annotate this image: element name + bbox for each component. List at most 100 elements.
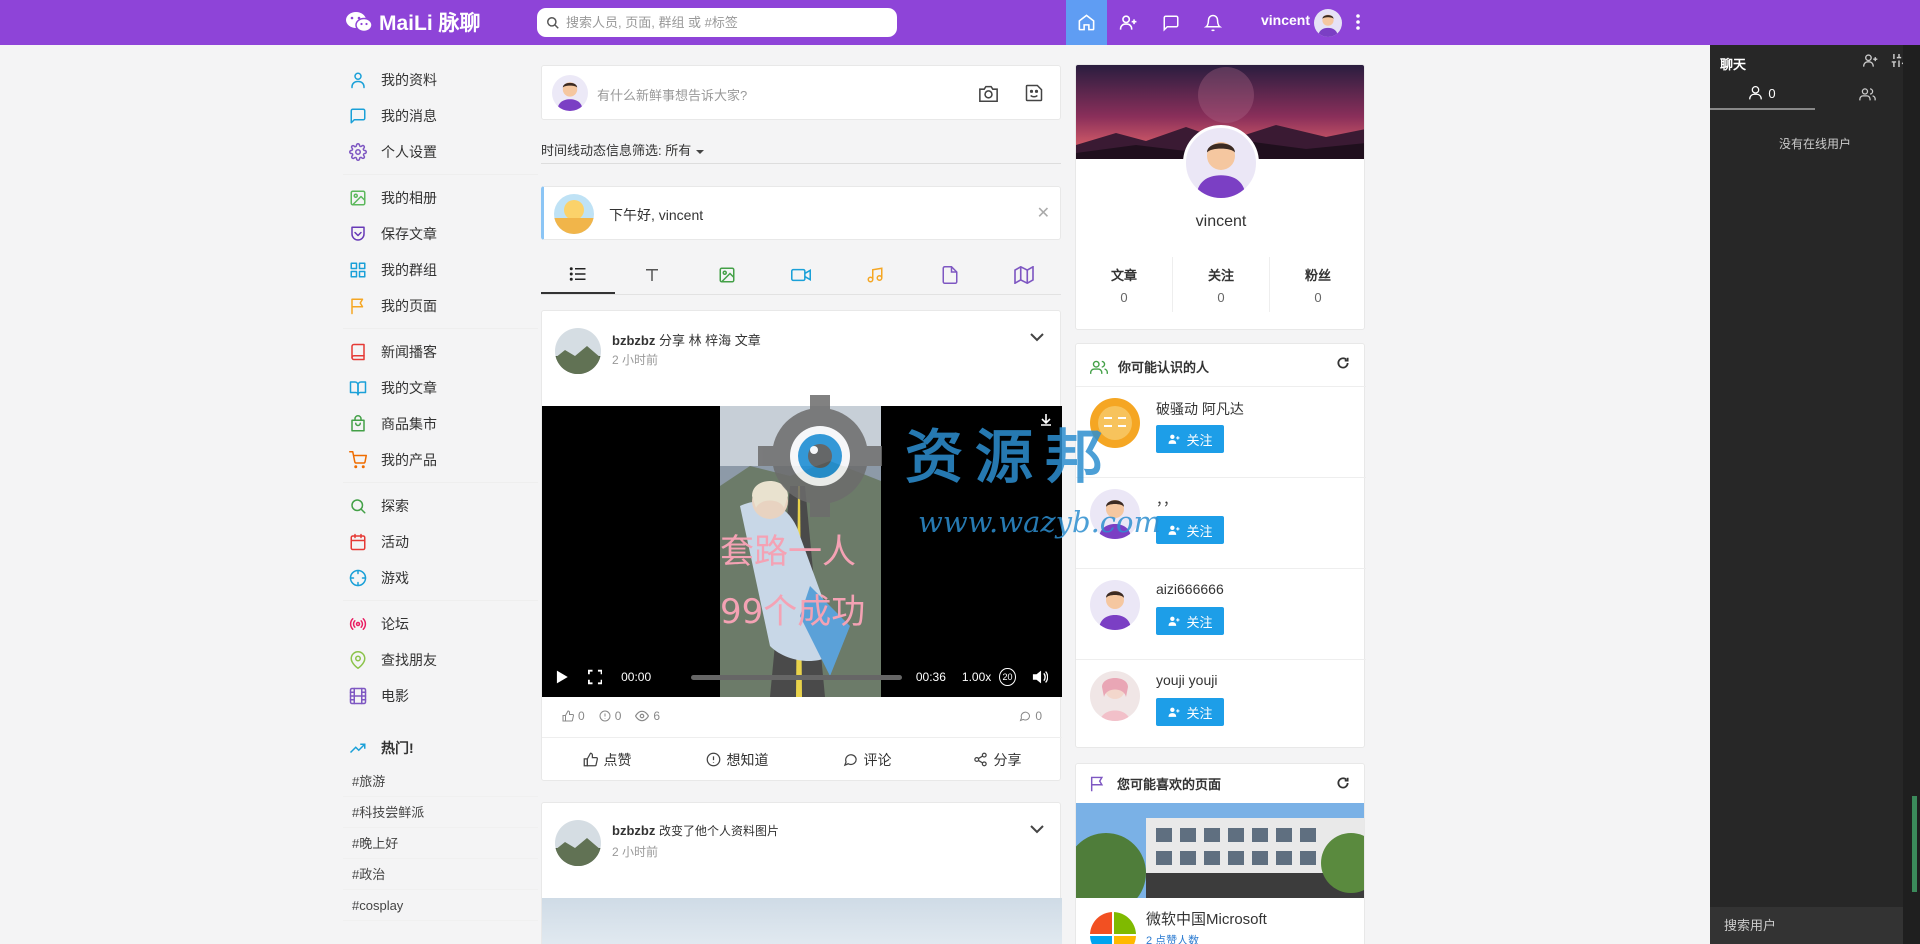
sidebar-item[interactable]: 电影 [343,678,538,714]
video-player[interactable]: 套路一人 99个成功 00:00 00:36 1.00x 20 [542,406,1062,697]
tab-files[interactable] [912,256,986,294]
sidebar-item[interactable]: 我的相册 [343,180,538,216]
post-author-avatar[interactable] [555,820,601,866]
wonder-label: 想知道 [726,751,769,768]
person-name[interactable]: youji youji [1156,672,1217,688]
chat-bubble-icon [1163,15,1178,32]
video-caption-line2: 99个成功 [720,592,866,632]
sidebar-item[interactable]: 活动 [343,524,538,560]
home-nav-button[interactable] [1066,0,1107,45]
sidebar-item[interactable]: 商品集市 [343,406,538,442]
timeline-filter[interactable]: 时间线动态信息筛选: 所有 [541,140,705,159]
comment-button[interactable]: 评论 [802,738,932,781]
share-button[interactable]: 分享 [932,738,1062,781]
chevron-down-icon[interactable] [1030,825,1044,834]
rewind-button[interactable]: 20 [999,668,1016,686]
tab-videos[interactable] [764,256,838,294]
trending-tag[interactable]: #科技尝鲜派 [343,797,538,828]
tab-text[interactable] [615,256,689,294]
person-avatar[interactable] [1090,398,1140,448]
more-menu-button[interactable] [1352,12,1364,32]
tab-maps[interactable] [987,256,1061,294]
volume-icon[interactable] [1032,669,1048,685]
play-icon[interactable] [556,669,569,685]
download-icon[interactable] [1040,414,1052,426]
microsoft-logo[interactable] [1088,910,1138,944]
sidebar-item[interactable]: 论坛 [343,606,538,642]
messages-nav-button[interactable] [1150,0,1191,45]
fullscreen-icon[interactable] [587,669,603,685]
follow-button[interactable]: 关注 [1156,698,1224,726]
nav-username[interactable]: vincent [1261,12,1310,28]
friend-requests-button[interactable] [1108,0,1149,45]
people-you-may-know: 你可能认识的人 破骚动 阿凡达 关注，， 关注 aizi666666 关注 youji y… [1075,343,1366,748]
sidebar-item[interactable]: 我的产品 [343,442,538,478]
stat-following[interactable]: 关注 0 [1173,257,1270,312]
trending-up-icon [349,743,366,754]
person-avatar[interactable] [1090,671,1140,721]
sidebar-item[interactable]: 新闻播客 [343,334,538,370]
stat-followers[interactable]: 粉丝 0 [1270,257,1364,312]
page-name[interactable]: 微软中国Microsoft [1146,908,1267,929]
refresh-icon[interactable] [1336,776,1350,790]
video-progress-bar[interactable] [691,674,902,680]
search-input[interactable] [566,15,886,30]
person-avatar[interactable] [1090,580,1140,630]
post-author[interactable]: bzbzbz [612,333,655,348]
tab-online-users[interactable]: 0 [1710,78,1815,110]
cart-icon [349,451,367,469]
tab-all[interactable] [541,256,616,294]
composer-placeholder[interactable]: 有什么新鲜事想告诉大家? [597,85,747,104]
page-cover-image[interactable] [1076,803,1364,898]
sidebar-item[interactable]: 保存文章 [343,216,538,252]
sidebar-item[interactable]: 我的群组 [343,252,538,288]
wonder-button[interactable]: 想知道 [672,738,802,781]
sidebar-item[interactable]: 个人设置 [343,134,538,170]
trending-tag[interactable]: #cosplay [343,890,538,921]
person-name[interactable]: ，， [1156,490,1177,510]
nav-avatar[interactable] [1314,9,1342,37]
post-header: bzbzbz 改变了他个人资料图片 [612,822,779,839]
tab-photos[interactable] [690,256,764,294]
sidebar-item[interactable]: 我的消息 [343,98,538,134]
post-author-avatar[interactable] [555,328,601,374]
person-name[interactable]: 破骚动 阿凡达 [1156,399,1244,419]
scrollbar-thumb[interactable] [1912,796,1917,892]
sticker-icon[interactable] [1024,83,1044,103]
post-author[interactable]: bzbzbz [612,823,655,838]
person-avatar[interactable] [1090,489,1140,539]
stat-label: 文章 [1110,268,1137,283]
sidebar-item[interactable]: 我的页面 [343,288,538,324]
trending-tag[interactable]: #旅游 [343,766,538,797]
sidebar-divider [343,596,538,601]
refresh-icon[interactable] [1336,356,1350,370]
follow-label: 关注 [1186,523,1213,539]
follow-button[interactable]: 关注 [1156,425,1224,453]
sidebar-item[interactable]: 我的资料 [343,62,538,98]
user-plus-icon[interactable] [1862,53,1879,68]
person-name[interactable]: aizi666666 [1156,581,1224,597]
tab-music[interactable] [838,256,912,294]
notifications-button[interactable] [1192,0,1233,45]
sidebar-item[interactable]: 游戏 [343,560,538,596]
chevron-down-icon[interactable] [1030,333,1044,342]
filter-value[interactable]: 所有 [665,143,691,158]
follow-button[interactable]: 关注 [1156,607,1224,635]
close-icon[interactable]: ✕ [1037,203,1050,223]
video-speed[interactable]: 1.00x [962,670,991,684]
profile-avatar[interactable] [1183,125,1259,201]
post-actions: 点赞 想知道 评论 分享 [542,737,1062,781]
camera-icon[interactable] [978,84,999,103]
follow-button[interactable]: 关注 [1156,516,1224,544]
profile-name[interactable]: vincent [1076,213,1364,231]
sidebar-item[interactable]: 查找朋友 [343,642,538,678]
trending-tag[interactable]: #晚上好 [343,828,538,859]
trending-tag[interactable]: #政治 [343,859,538,890]
like-button[interactable]: 点赞 [542,738,672,781]
post-image[interactable] [542,898,1062,944]
stat-posts[interactable]: 文章 0 [1076,257,1173,312]
logo[interactable]: MaiLi 脉聊 [345,8,481,36]
sidebar-item[interactable]: 探索 [343,488,538,524]
chat-search-input[interactable] [1724,918,1904,933]
sidebar-item[interactable]: 我的文章 [343,370,538,406]
